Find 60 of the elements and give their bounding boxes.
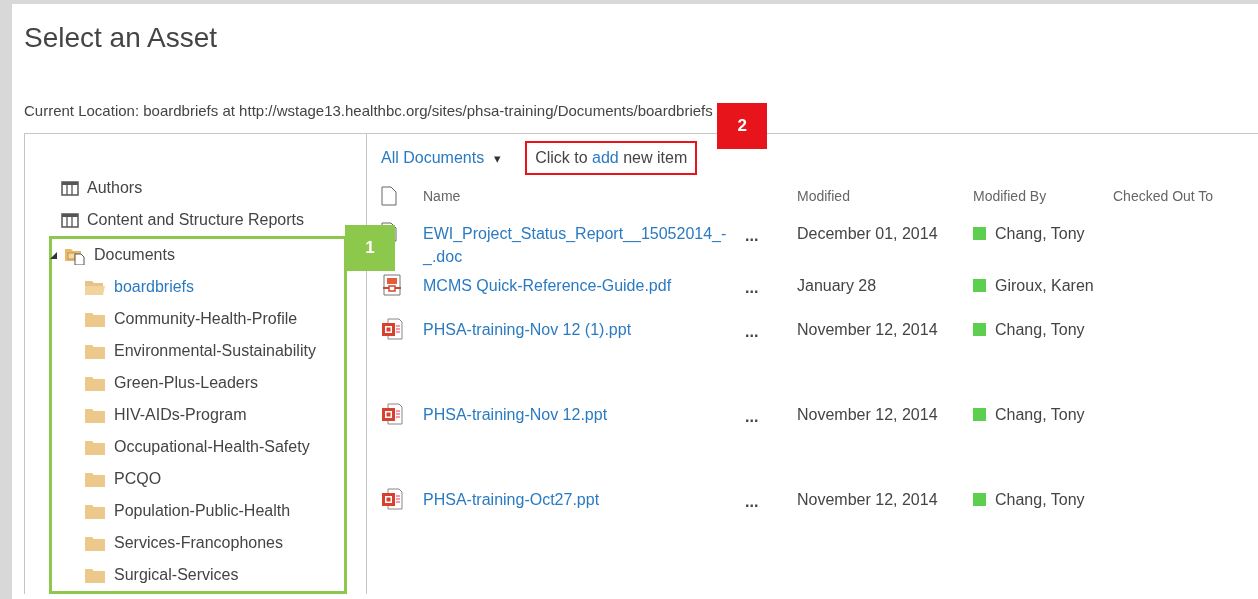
folder-icon: [84, 406, 106, 424]
tree-item[interactable]: Documents: [64, 239, 344, 271]
tree-item[interactable]: boardbriefs: [84, 271, 344, 303]
file-name-link[interactable]: MCMS Quick-Reference-Guide.pdf: [423, 274, 745, 297]
user-name: Chang, Tony: [995, 490, 1085, 510]
folder-icon: [84, 534, 106, 552]
presentation-file-icon: [381, 403, 403, 425]
more-options-button[interactable]: ...: [745, 224, 759, 247]
dialog-title: Select an Asset: [24, 22, 218, 54]
tree-item[interactable]: Environmental-Sustainability: [84, 335, 344, 367]
file-name-link[interactable]: PHSA-training-Nov 12 (1).ppt: [423, 318, 745, 341]
folder-icon: [84, 566, 106, 584]
column-header[interactable]: Modified By: [973, 188, 1113, 204]
tree-item[interactable]: Services-Francophones: [84, 527, 344, 559]
callout-badge: 1: [345, 225, 395, 271]
column-header[interactable]: Name: [423, 188, 745, 204]
tree-item[interactable]: Surgical-Services: [84, 559, 344, 591]
folder-icon: [84, 502, 106, 520]
callout-badge: 2: [717, 103, 768, 149]
user-name: Giroux, Karen: [995, 276, 1094, 296]
tree-item[interactable]: Population-Public-Health: [84, 495, 344, 527]
folder-icon: [84, 310, 106, 328]
expand-arrow-icon[interactable]: [50, 251, 57, 259]
pdf-file-icon: [381, 274, 403, 296]
folder-icon: [84, 374, 106, 392]
more-options-button[interactable]: ...: [745, 320, 759, 343]
modified-date: November 12, 2014: [797, 320, 939, 340]
folder-icon: [84, 470, 106, 488]
column-header[interactable]: Checked Out To: [1113, 188, 1258, 204]
folder-icon: [84, 342, 106, 360]
user-name: Chang, Tony: [995, 224, 1085, 244]
modified-date: November 12, 2014: [797, 490, 939, 510]
document-icon: [381, 186, 397, 206]
tree-item[interactable]: HIV-AIDs-Program: [84, 399, 344, 431]
user-name: Chang, Tony: [995, 320, 1085, 340]
tree-item[interactable]: Authors: [61, 172, 366, 204]
modified-date: December 01, 2014: [797, 224, 939, 244]
file-name-link[interactable]: PHSA-training-Nov 12.ppt: [423, 403, 745, 426]
modified-date: November 12, 2014: [797, 405, 939, 425]
more-options-button[interactable]: ...: [745, 276, 759, 299]
location-text: Current Location: boardbriefs at http://wstage13.healthbc.org/sites/phsa-training/Documents/boardbriefs: [24, 102, 713, 119]
table-icon: [61, 180, 79, 196]
more-options-button[interactable]: ...: [745, 490, 759, 513]
modified-date: January 28: [797, 276, 878, 296]
presentation-file-icon: [381, 488, 403, 510]
folder-icon: [84, 438, 106, 456]
tree-item[interactable]: Occupational-Health-Safety: [84, 431, 344, 463]
user-name: Chang, Tony: [995, 405, 1085, 425]
file-name-link[interactable]: EWI_Project_Status_Report__15052014_-_.doc: [423, 222, 745, 268]
tree-item[interactable]: Green-Plus-Leaders: [84, 367, 344, 399]
add-link[interactable]: add: [592, 149, 619, 166]
file-name-link[interactable]: PHSA-training-Oct27.ppt: [423, 488, 745, 511]
view-selector[interactable]: All Documents ▾: [381, 149, 502, 167]
tree-item[interactable]: PCQO: [84, 463, 344, 495]
column-header[interactable]: Modified: [797, 188, 973, 204]
more-options-button[interactable]: ...: [745, 405, 759, 428]
presentation-file-icon: [381, 318, 403, 340]
tree-item[interactable]: Community-Health-Profile: [84, 303, 344, 335]
open-folder-icon: [84, 278, 106, 296]
table-icon: [61, 212, 79, 228]
